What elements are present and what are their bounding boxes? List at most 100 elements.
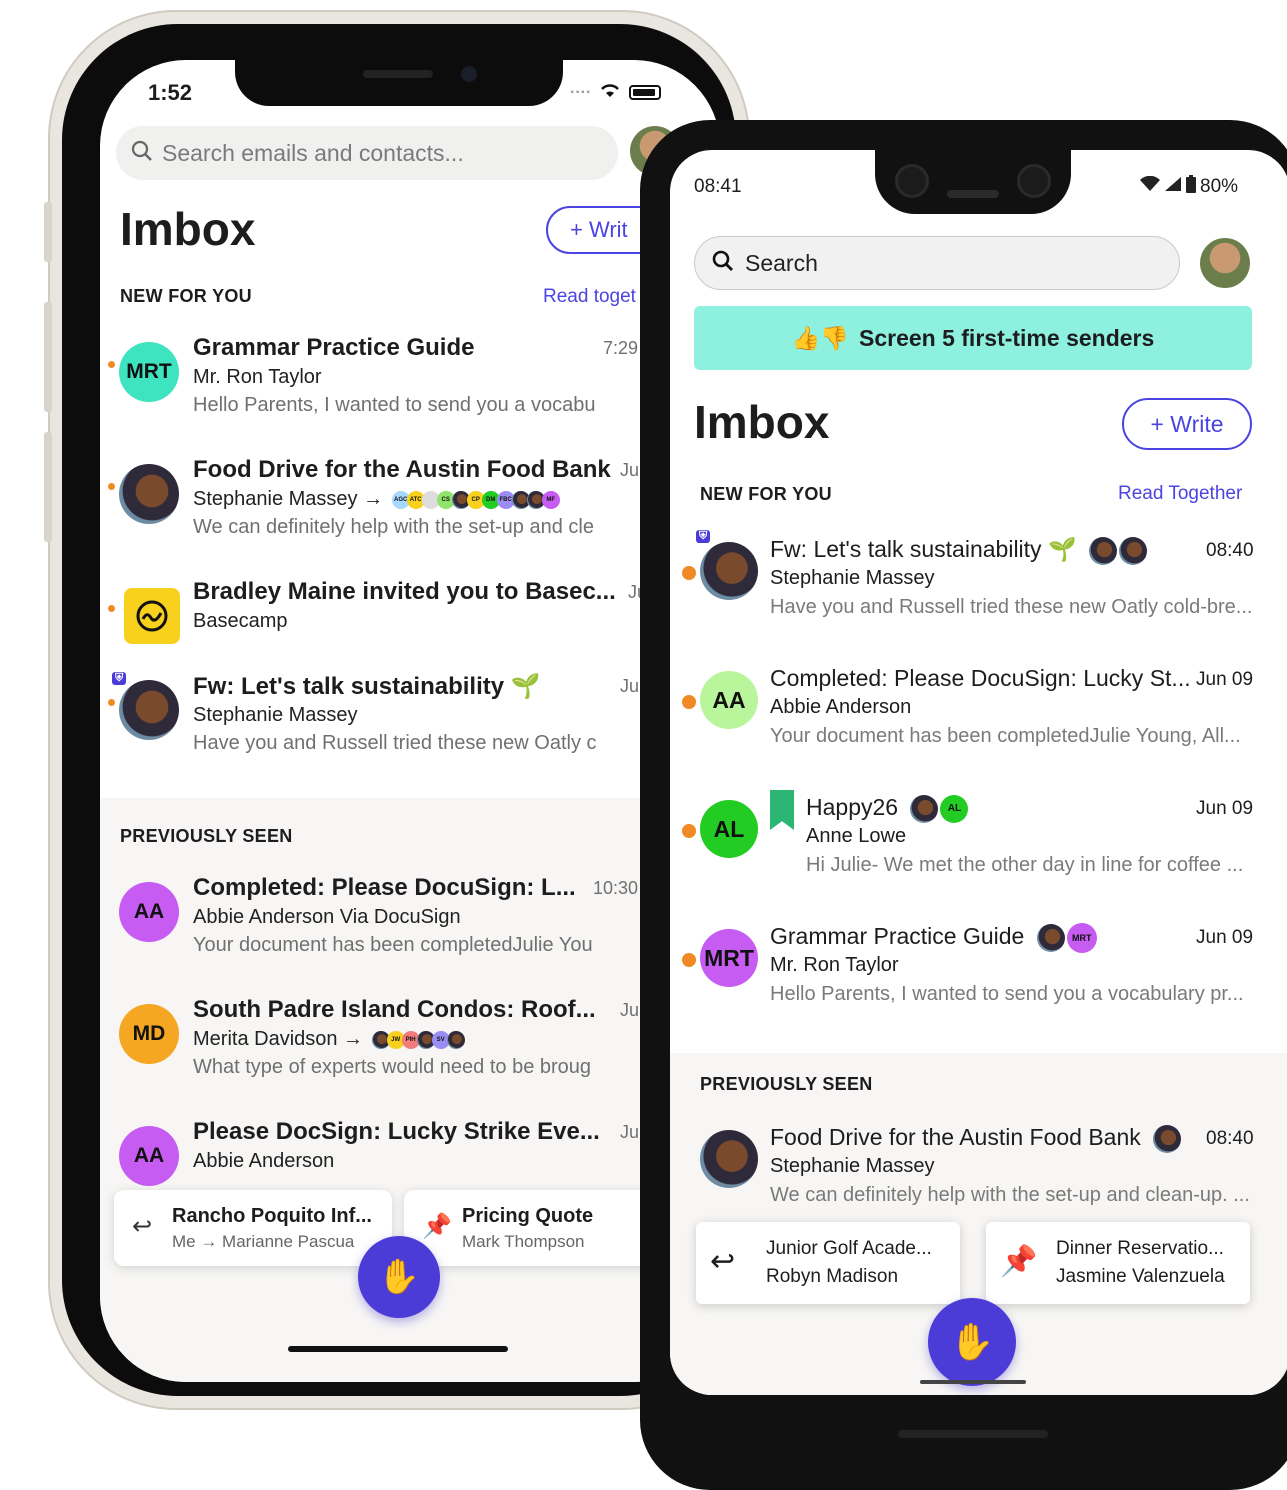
- read-together-link[interactable]: Read toget: [543, 286, 636, 308]
- email-subject: Grammar Practice Guide: [193, 334, 475, 361]
- iphone-volume-up: [44, 302, 52, 412]
- email-subject-text: Grammar Practice Guide: [770, 923, 1025, 950]
- battery-icon: [1186, 175, 1196, 199]
- signal-icon: [1164, 176, 1182, 198]
- email-subject: Fw: Let's talk sustainability 🌱: [193, 673, 541, 700]
- section-previously-seen: PREVIOUSLY SEEN: [700, 1074, 873, 1094]
- avatar: AA: [700, 671, 758, 729]
- recipient-avatar: MF: [541, 490, 560, 509]
- home-indicator: [288, 1346, 508, 1352]
- list-item[interactable]: AA Completed: Please DocuSign: L... 10:3…: [100, 868, 720, 978]
- gesture-bar: [920, 1380, 1026, 1384]
- email-sender: Abbie Anderson: [193, 1150, 335, 1172]
- reply-later-card[interactable]: ↩ Junior Golf Acade... Robyn Madison: [696, 1222, 960, 1304]
- shield-icon: ⛨: [112, 672, 127, 685]
- email-subject: Completed: Please DocuSign: Lucky St...: [770, 665, 1191, 691]
- email-sender: Stephanie Massey → AGC ATC CS CP DM FBC MF: [193, 488, 560, 511]
- email-time: 08:40: [1206, 540, 1254, 561]
- sender-name: Merita Davidson →: [193, 1028, 364, 1050]
- email-sender: Basecamp: [193, 610, 288, 632]
- reply-later-icon: ↩: [710, 1245, 736, 1278]
- unread-dot: [108, 699, 115, 706]
- screener-banner[interactable]: 👍👎 Screen 5 first-time senders: [694, 306, 1252, 370]
- list-item[interactable]: AL Happy26 AL Jun 09 Anne Lowe Hi Julie-…: [670, 788, 1287, 908]
- search-input[interactable]: Search: [694, 236, 1180, 290]
- tray-card-title: Dinner Reservatio...: [1056, 1238, 1224, 1259]
- read-together-link[interactable]: Read Together: [1118, 483, 1242, 505]
- avatar: [700, 542, 758, 600]
- reply-later-card[interactable]: ↩ Rancho Poquito Inf... Me → Marianne Pa…: [114, 1190, 392, 1266]
- email-time: Jun 09: [1196, 669, 1254, 690]
- list-item[interactable]: MD South Padre Island Condos: Roof... Ju…: [100, 990, 720, 1100]
- section-new-for-you: NEW FOR YOU: [700, 484, 832, 504]
- email-time: 10:30: [593, 878, 639, 898]
- email-preview: Your document has been completedJulie Yo…: [193, 934, 593, 956]
- avatar: [700, 1130, 758, 1188]
- avatar: MD: [119, 1004, 179, 1064]
- list-item[interactable]: MRT Grammar Practice Guide 7:29 Mr. Ron …: [100, 328, 720, 438]
- write-button[interactable]: + Write: [1122, 398, 1252, 450]
- email-time: Ju: [620, 1000, 640, 1020]
- email-preview: Hello Parents, I wanted to send you a vo…: [770, 983, 1244, 1005]
- participant-avatar: MRT: [1066, 923, 1097, 953]
- avatar: MRT: [700, 929, 758, 987]
- email-sender: Stephanie Massey: [770, 567, 935, 589]
- email-subject: Please DocSign: Lucky Strike Eve...: [193, 1118, 600, 1145]
- thumbs-icon: 👍👎: [791, 324, 849, 351]
- avatar[interactable]: [1200, 238, 1250, 288]
- unread-dot: [108, 483, 115, 490]
- tray-card-subtitle: Robyn Madison: [766, 1266, 899, 1287]
- page-title: Imbox: [120, 203, 256, 255]
- hand-icon: ✋: [377, 1258, 421, 1296]
- email-sender: Mr. Ron Taylor: [193, 366, 322, 388]
- search-placeholder: Search: [745, 249, 818, 276]
- list-item[interactable]: ⛨ Fw: Let's talk sustainability 🌱 Ju Ste…: [100, 666, 720, 776]
- email-time: 7:29: [603, 338, 639, 358]
- android-status-time: 08:41: [694, 176, 742, 197]
- email-sender: Abbie Anderson: [770, 696, 912, 718]
- avatar: AA: [119, 1126, 179, 1186]
- pin-icon: 📌: [1000, 1245, 1038, 1278]
- list-item[interactable]: ⛨ Fw: Let's talk sustainability 🌱 08:40 …: [670, 530, 1287, 650]
- set-aside-card[interactable]: 📌 Dinner Reservatio... Jasmine Valenzuel…: [986, 1222, 1250, 1304]
- iphone-status-icons: ····: [570, 82, 662, 103]
- email-subject: Grammar Practice Guide MRT: [770, 923, 1097, 953]
- email-subject-text: Fw: Let's talk sustainability 🌱: [770, 536, 1077, 562]
- unread-dot: [108, 605, 115, 612]
- email-sender: Stephanie Massey: [193, 704, 358, 726]
- email-preview: Have you and Russell tried these new Oat…: [770, 596, 1253, 618]
- email-subject: Food Drive for the Austin Food Bank: [193, 456, 611, 483]
- list-item[interactable]: Food Drive for the Austin Food Bank 08:4…: [670, 1118, 1287, 1238]
- email-sender: Merita Davidson → JW PIH SV: [193, 1028, 465, 1051]
- sender-name: Stephanie Massey →: [193, 488, 384, 510]
- avatar: [119, 680, 179, 740]
- screener-label: Screen 5 first-time senders: [858, 324, 1155, 351]
- avatar: AA: [119, 882, 179, 942]
- iphone-volume-down: [44, 432, 52, 542]
- hey-menu-button[interactable]: ✋: [358, 1236, 440, 1318]
- email-subject: Food Drive for the Austin Food Bank: [770, 1124, 1182, 1153]
- hey-menu-button[interactable]: ✋: [928, 1298, 1016, 1386]
- email-subject: South Padre Island Condos: Roof...: [193, 996, 596, 1023]
- pin-icon: 📌: [422, 1213, 452, 1240]
- list-item[interactable]: AA Completed: Please DocuSign: Lucky St.…: [670, 659, 1287, 779]
- email-subject-text: Food Drive for the Austin Food Bank: [770, 1124, 1141, 1150]
- list-item[interactable]: MRT Grammar Practice Guide MRT Jun 09 Mr…: [670, 917, 1287, 1037]
- search-input[interactable]: Search emails and contacts...: [116, 126, 618, 180]
- email-sender: Anne Lowe: [806, 825, 907, 847]
- unread-dot: [682, 824, 696, 838]
- email-subject: Happy26 AL: [806, 794, 969, 823]
- email-sender: Abbie Anderson Via DocuSign: [193, 906, 461, 928]
- tray-card-title: Rancho Poquito Inf...: [172, 1205, 372, 1227]
- email-preview: Have you and Russell tried these new Oat…: [193, 732, 597, 754]
- hand-icon: ✋: [949, 1321, 995, 1362]
- battery-icon: [629, 85, 662, 100]
- email-time: 08:40: [1206, 1128, 1254, 1149]
- section-new-for-you: NEW FOR YOU: [120, 286, 252, 306]
- section-previously-seen: PREVIOUSLY SEEN: [120, 826, 293, 846]
- email-sender: Stephanie Massey: [770, 1155, 935, 1177]
- android-screen: 08:41 80% Search 👍👎 Screen 5 first-time …: [670, 150, 1287, 1395]
- list-item[interactable]: Food Drive for the Austin Food Bank Ju S…: [100, 450, 720, 560]
- participant-avatar: [910, 794, 939, 823]
- email-time: Ju: [620, 1122, 640, 1142]
